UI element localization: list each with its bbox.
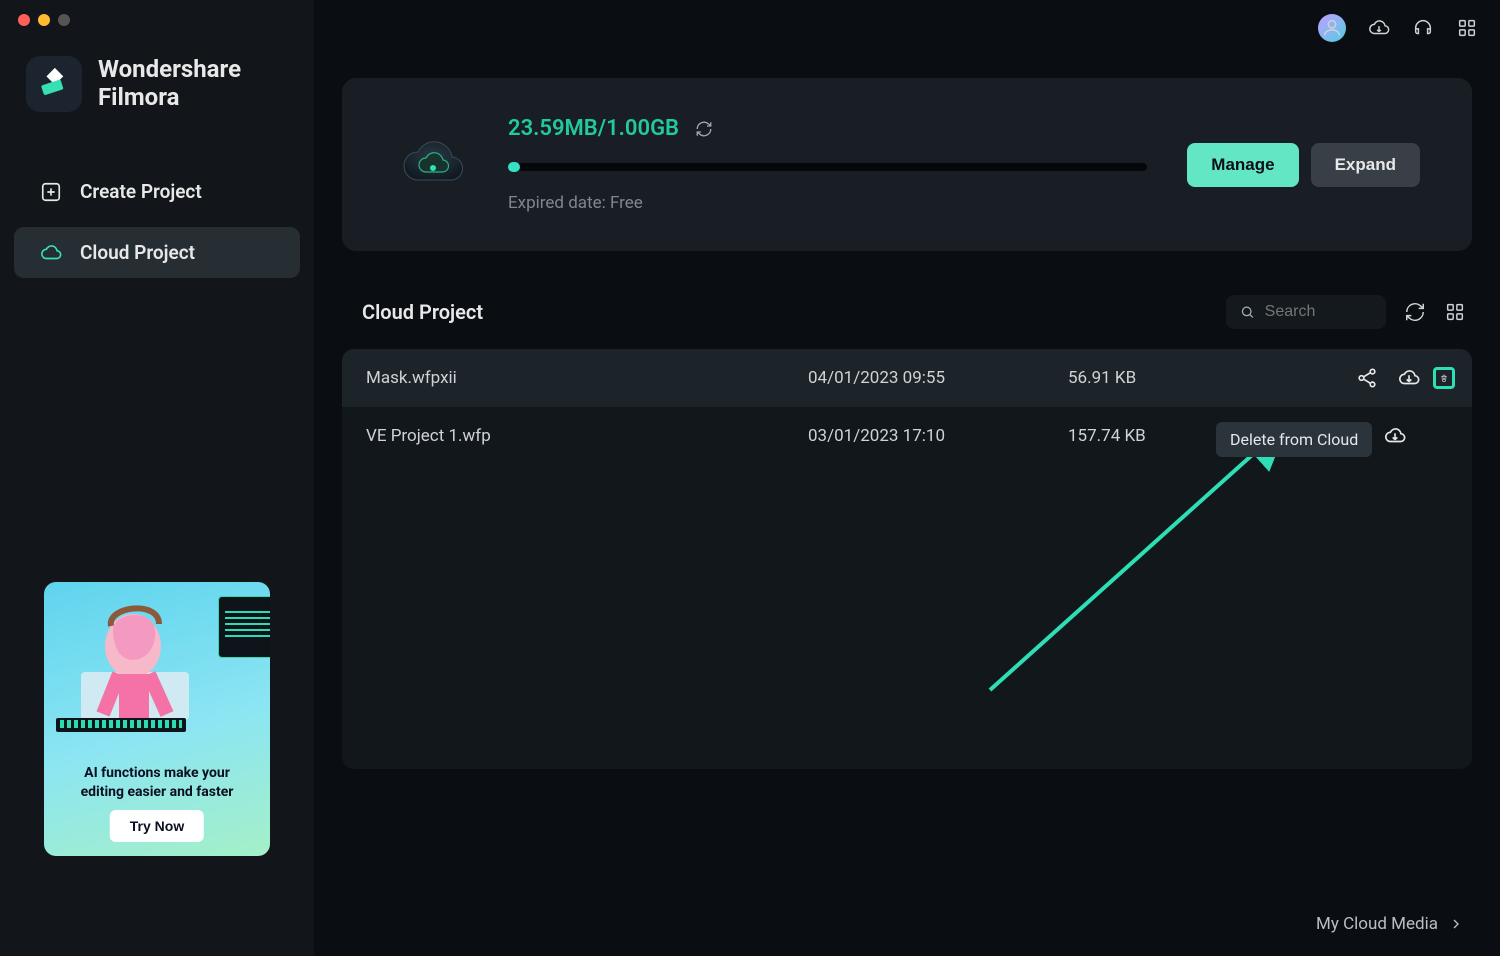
brand-logo-icon xyxy=(26,56,82,112)
user-avatar[interactable] xyxy=(1318,14,1346,42)
sidebar-item-cloud-project[interactable]: Cloud Project xyxy=(14,227,300,278)
search-box[interactable] xyxy=(1226,295,1386,329)
promo-caption-line1: AI functions make your xyxy=(44,764,270,783)
list-header: Cloud Project xyxy=(342,295,1472,329)
sidebar-item-create-project[interactable]: Create Project xyxy=(14,166,300,217)
maximize-window-button[interactable] xyxy=(58,14,70,26)
promo-caption-line2: editing easier and faster xyxy=(44,783,270,802)
manage-button[interactable]: Manage xyxy=(1187,143,1298,187)
search-icon xyxy=(1240,303,1255,321)
cloud-storage-icon xyxy=(398,130,468,200)
promo-waveform-graphic xyxy=(56,718,186,732)
file-list: Mask.wfpxii 04/01/2023 09:55 56.91 KB VE… xyxy=(342,349,1472,769)
window-controls xyxy=(18,14,70,26)
minimize-window-button[interactable] xyxy=(38,14,50,26)
storage-expired-label: Expired date: Free xyxy=(508,193,1147,213)
sidebar-item-label: Create Project xyxy=(80,180,202,203)
file-date: 03/01/2023 17:10 xyxy=(808,426,1068,446)
expired-value: Free xyxy=(610,193,643,213)
sidebar-item-label: Cloud Project xyxy=(80,241,195,264)
file-date: 04/01/2023 09:55 xyxy=(808,368,1068,388)
cloud-download-icon[interactable] xyxy=(1368,17,1390,39)
file-row-actions xyxy=(1268,367,1448,389)
promo-caption: AI functions make your editing easier an… xyxy=(44,764,270,802)
refresh-storage-icon[interactable] xyxy=(695,120,713,138)
chevron-right-icon xyxy=(1448,916,1464,932)
file-name: VE Project 1.wfp xyxy=(366,426,808,446)
list-title: Cloud Project xyxy=(362,300,483,324)
my-cloud-media-link[interactable]: My Cloud Media xyxy=(1316,914,1464,934)
storage-info: 23.59MB/1.00GB Expired date: Free xyxy=(508,116,1147,213)
storage-usage-label: 23.59MB/1.00GB xyxy=(508,116,679,141)
expand-button[interactable]: Expand xyxy=(1311,143,1420,187)
tooltip-delete-from-cloud: Delete from Cloud xyxy=(1216,422,1372,457)
support-headset-icon[interactable] xyxy=(1412,17,1434,39)
close-window-button[interactable] xyxy=(18,14,30,26)
file-row[interactable]: Mask.wfpxii 04/01/2023 09:55 56.91 KB xyxy=(342,349,1472,407)
expired-prefix: Expired date: xyxy=(508,193,610,213)
brand-line1: Wondershare xyxy=(98,56,241,84)
cloud-icon xyxy=(40,242,62,264)
apps-grid-icon[interactable] xyxy=(1456,17,1478,39)
plus-box-icon xyxy=(40,181,62,203)
grid-view-icon[interactable] xyxy=(1444,301,1466,323)
promo-illustration xyxy=(44,582,270,740)
promo-panel-graphic xyxy=(218,596,270,658)
refresh-list-icon[interactable] xyxy=(1404,301,1426,323)
promo-person-image xyxy=(74,594,196,734)
brand-text: Wondershare Filmora xyxy=(98,56,241,111)
sidebar: Wondershare Filmora Create Project Cloud… xyxy=(0,0,314,956)
promo-try-now-button[interactable]: Try Now xyxy=(110,810,204,842)
main-content: 23.59MB/1.00GB Expired date: Free Manage… xyxy=(314,0,1500,956)
storage-card: 23.59MB/1.00GB Expired date: Free Manage… xyxy=(342,78,1472,251)
brand: Wondershare Filmora xyxy=(0,56,314,112)
delete-icon[interactable] xyxy=(1433,367,1455,389)
storage-progress-bar xyxy=(508,163,1147,171)
topbar xyxy=(1318,14,1478,42)
list-tools xyxy=(1226,295,1466,329)
download-icon[interactable] xyxy=(1384,425,1406,447)
file-size: 56.91 KB xyxy=(1068,368,1268,388)
storage-actions: Manage Expand xyxy=(1187,143,1420,187)
search-input[interactable] xyxy=(1265,303,1372,321)
footer-link-label: My Cloud Media xyxy=(1316,914,1438,934)
brand-line2: Filmora xyxy=(98,84,241,112)
storage-progress-fill xyxy=(508,162,520,172)
promo-card: AI functions make your editing easier an… xyxy=(44,582,270,856)
share-icon[interactable] xyxy=(1356,367,1378,389)
download-icon[interactable] xyxy=(1398,367,1420,389)
file-name: Mask.wfpxii xyxy=(366,368,808,388)
